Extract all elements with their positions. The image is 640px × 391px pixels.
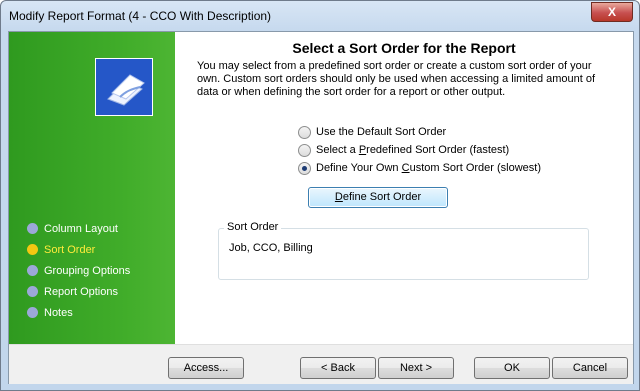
step-sort-order[interactable]: Sort Order bbox=[27, 243, 130, 264]
step-label: Notes bbox=[44, 307, 73, 319]
cancel-button[interactable]: Cancel bbox=[552, 357, 628, 379]
step-report-options[interactable]: Report Options bbox=[27, 285, 130, 306]
close-button[interactable]: X bbox=[591, 2, 633, 22]
dialog-body: Column Layout Sort Order Grouping Option… bbox=[8, 31, 634, 384]
radio-label: Select a Predefined Sort Order (fastest) bbox=[316, 144, 510, 156]
radio-button[interactable] bbox=[298, 144, 311, 157]
step-label: Grouping Options bbox=[44, 265, 131, 277]
step-label: Sort Order bbox=[44, 244, 96, 256]
radio-custom-sort[interactable]: Define Your Own Custom Sort Order (slowe… bbox=[298, 162, 541, 180]
define-sort-order-button[interactable]: Define Sort Order bbox=[308, 187, 448, 208]
step-bullet-icon bbox=[27, 286, 38, 297]
window-title: Modify Report Format (4 - CCO With Descr… bbox=[9, 9, 272, 23]
step-grouping-options[interactable]: Grouping Options bbox=[27, 264, 130, 285]
step-notes[interactable]: Notes bbox=[27, 306, 130, 327]
page-title: Select a Sort Order for the Report bbox=[292, 40, 516, 56]
next-button[interactable]: Next > bbox=[378, 357, 454, 379]
step-bullet-icon bbox=[27, 244, 38, 255]
step-column-layout[interactable]: Column Layout bbox=[27, 222, 130, 243]
step-bullet-icon bbox=[27, 223, 38, 234]
radio-label: Define Your Own Custom Sort Order (slowe… bbox=[316, 162, 541, 174]
radio-default-sort[interactable]: Use the Default Sort Order bbox=[298, 126, 541, 144]
sort-order-value: Job, CCO, Billing bbox=[229, 242, 313, 254]
sort-order-options: Use the Default Sort Order Select a Pred… bbox=[298, 126, 541, 180]
radio-button[interactable] bbox=[298, 126, 311, 139]
dialog-window: Modify Report Format (4 - CCO With Descr… bbox=[0, 0, 640, 391]
wizard-steps: Column Layout Sort Order Grouping Option… bbox=[27, 222, 130, 327]
wizard-sidebar: Column Layout Sort Order Grouping Option… bbox=[9, 32, 175, 344]
report-document-icon bbox=[95, 58, 153, 116]
radio-label: Use the Default Sort Order bbox=[316, 126, 447, 138]
button-bar: Access... < Back Next > OK Cancel bbox=[9, 344, 633, 384]
access-button[interactable]: Access... bbox=[168, 357, 244, 379]
groupbox-title: Sort Order bbox=[224, 221, 282, 233]
ok-button[interactable]: OK bbox=[474, 357, 550, 379]
step-label: Report Options bbox=[44, 286, 118, 298]
step-label: Column Layout bbox=[44, 223, 118, 235]
step-bullet-icon bbox=[27, 265, 38, 276]
wizard-content: Select a Sort Order for the Report You m… bbox=[175, 32, 633, 344]
sort-order-groupbox: Sort Order Job, CCO, Billing bbox=[218, 221, 589, 280]
description-text: You may select from a predefined sort or… bbox=[197, 60, 596, 98]
step-bullet-icon bbox=[27, 307, 38, 318]
back-button[interactable]: < Back bbox=[300, 357, 376, 379]
title-bar[interactable]: Modify Report Format (4 - CCO With Descr… bbox=[1, 1, 639, 31]
radio-button-selected[interactable] bbox=[298, 162, 311, 175]
radio-predefined-sort[interactable]: Select a Predefined Sort Order (fastest) bbox=[298, 144, 541, 162]
